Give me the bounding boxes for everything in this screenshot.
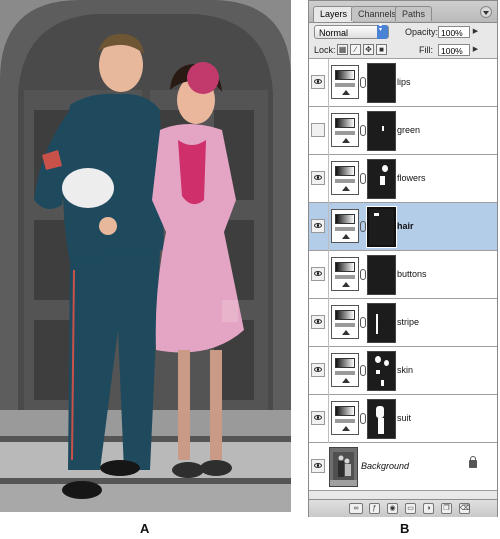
photo-illustration — [0, 0, 291, 512]
lock-image-icon[interactable]: ∕ — [350, 44, 361, 55]
divider — [328, 347, 329, 395]
link-icon[interactable] — [360, 173, 366, 184]
blend-row: Normal Opacity: 100% ▶ — [309, 23, 497, 42]
levels-adjustment-icon — [331, 257, 359, 291]
layer-row-green[interactable]: green — [309, 107, 497, 155]
lock-position-icon[interactable]: ✥ — [363, 44, 374, 55]
fill-field[interactable]: 100% — [438, 44, 470, 56]
divider — [328, 251, 329, 299]
layer-mask-thumbnail[interactable] — [367, 111, 396, 151]
divider — [328, 107, 329, 155]
visibility-eye-icon[interactable] — [311, 75, 325, 89]
visibility-eye-icon[interactable] — [311, 315, 325, 329]
lock-label: Lock: — [314, 45, 336, 55]
lock-transparency-icon[interactable]: ▦ — [337, 44, 348, 55]
visibility-eye-icon[interactable] — [311, 363, 325, 377]
background-thumbnail-image — [330, 448, 357, 486]
chevron-updown-icon — [377, 23, 388, 39]
palette-menu-icon[interactable] — [480, 6, 492, 18]
lock-icon — [469, 456, 477, 468]
divider — [328, 395, 329, 443]
layer-name: flowers — [397, 173, 426, 183]
wedding-photo — [0, 0, 291, 512]
levels-adjustment-icon — [331, 209, 359, 243]
visibility-empty-box[interactable] — [311, 123, 325, 137]
caption-b: B — [400, 521, 410, 536]
link-icon[interactable] — [360, 221, 366, 232]
layer-name: Background — [361, 461, 410, 471]
layer-row-flowers[interactable]: flowers — [309, 155, 497, 203]
layer-row-suit[interactable]: suit — [309, 395, 497, 443]
palette-footer: ∞ ƒ ◉ ▭ ◑ ❐ ⌫ — [309, 499, 497, 517]
divider — [328, 299, 329, 347]
layer-list: lips green flowers hair buttons stripe s… — [309, 59, 497, 495]
layer-name: lips — [397, 77, 411, 87]
fill-label: Fill: — [419, 45, 433, 55]
levels-adjustment-icon — [331, 65, 359, 99]
layer-style-icon[interactable]: ƒ — [369, 503, 380, 514]
layer-row-stripe[interactable]: stripe — [309, 299, 497, 347]
opacity-field[interactable]: 100% — [438, 26, 470, 38]
link-icon[interactable] — [360, 125, 366, 136]
link-icon[interactable] — [360, 317, 366, 328]
palette-tab-bar: Layers Channels Paths — [309, 1, 497, 23]
opacity-arrow-icon[interactable]: ▶ — [471, 26, 480, 38]
layer-name: green — [397, 125, 421, 135]
visibility-eye-icon[interactable] — [311, 171, 325, 185]
levels-adjustment-icon — [331, 305, 359, 339]
fill-arrow-icon[interactable]: ▶ — [471, 44, 480, 56]
opacity-label: Opacity: — [405, 27, 439, 37]
blend-mode-value: Normal — [319, 28, 349, 38]
levels-adjustment-icon — [331, 161, 359, 195]
blend-mode-select[interactable]: Normal — [314, 23, 389, 39]
trash-icon[interactable]: ⌫ — [459, 503, 470, 514]
levels-adjustment-icon — [331, 353, 359, 387]
divider — [328, 155, 329, 203]
layer-mask-thumbnail[interactable] — [367, 399, 396, 439]
tab-layers[interactable]: Layers — [313, 6, 355, 22]
link-layers-icon[interactable]: ∞ — [349, 503, 363, 514]
add-mask-icon[interactable]: ◉ — [387, 503, 398, 514]
link-icon[interactable] — [360, 413, 366, 424]
visibility-eye-icon[interactable] — [311, 219, 325, 233]
layers-palette: Layers Channels Paths Normal Opacity: 10… — [308, 0, 498, 517]
caption-a: A — [140, 521, 150, 536]
layer-row-lips[interactable]: lips — [309, 59, 497, 107]
layer-name: stripe — [397, 317, 420, 327]
layer-mask-thumbnail[interactable] — [367, 159, 396, 199]
layer-row-background[interactable]: Background — [309, 443, 497, 491]
layer-mask-thumbnail[interactable] — [367, 255, 396, 295]
visibility-eye-icon[interactable] — [311, 267, 325, 281]
layer-row-hair[interactable]: hair — [309, 203, 497, 251]
visibility-eye-icon[interactable] — [311, 411, 325, 425]
link-icon[interactable] — [360, 77, 366, 88]
new-layer-icon[interactable]: ❐ — [441, 503, 452, 514]
divider — [328, 59, 329, 107]
layer-row-skin[interactable]: skin — [309, 347, 497, 395]
tab-paths[interactable]: Paths — [395, 6, 433, 21]
visibility-eye-icon[interactable] — [311, 459, 325, 473]
layer-mask-thumbnail[interactable] — [367, 351, 396, 391]
layer-mask-thumbnail[interactable] — [366, 206, 397, 248]
layer-mask-thumbnail[interactable] — [367, 63, 396, 103]
link-icon[interactable] — [360, 365, 366, 376]
lock-row: Lock: ▦ ∕ ✥ ■ Fill: 100% ▶ — [309, 42, 497, 59]
layer-mask-thumbnail[interactable] — [367, 303, 396, 343]
new-set-icon[interactable]: ▭ — [405, 503, 416, 514]
layer-name: skin — [397, 365, 414, 375]
lock-all-icon[interactable]: ■ — [376, 44, 387, 55]
divider — [328, 203, 329, 251]
layer-row-buttons[interactable]: buttons — [309, 251, 497, 299]
layer-name: suit — [397, 413, 412, 423]
new-adjustment-layer-icon[interactable]: ◑ — [423, 503, 434, 514]
layer-name: buttons — [397, 269, 427, 279]
layer-name: hair — [397, 221, 414, 231]
link-icon[interactable] — [360, 269, 366, 280]
background-thumbnail[interactable] — [329, 447, 358, 487]
levels-adjustment-icon — [331, 113, 359, 147]
levels-adjustment-icon — [331, 401, 359, 435]
